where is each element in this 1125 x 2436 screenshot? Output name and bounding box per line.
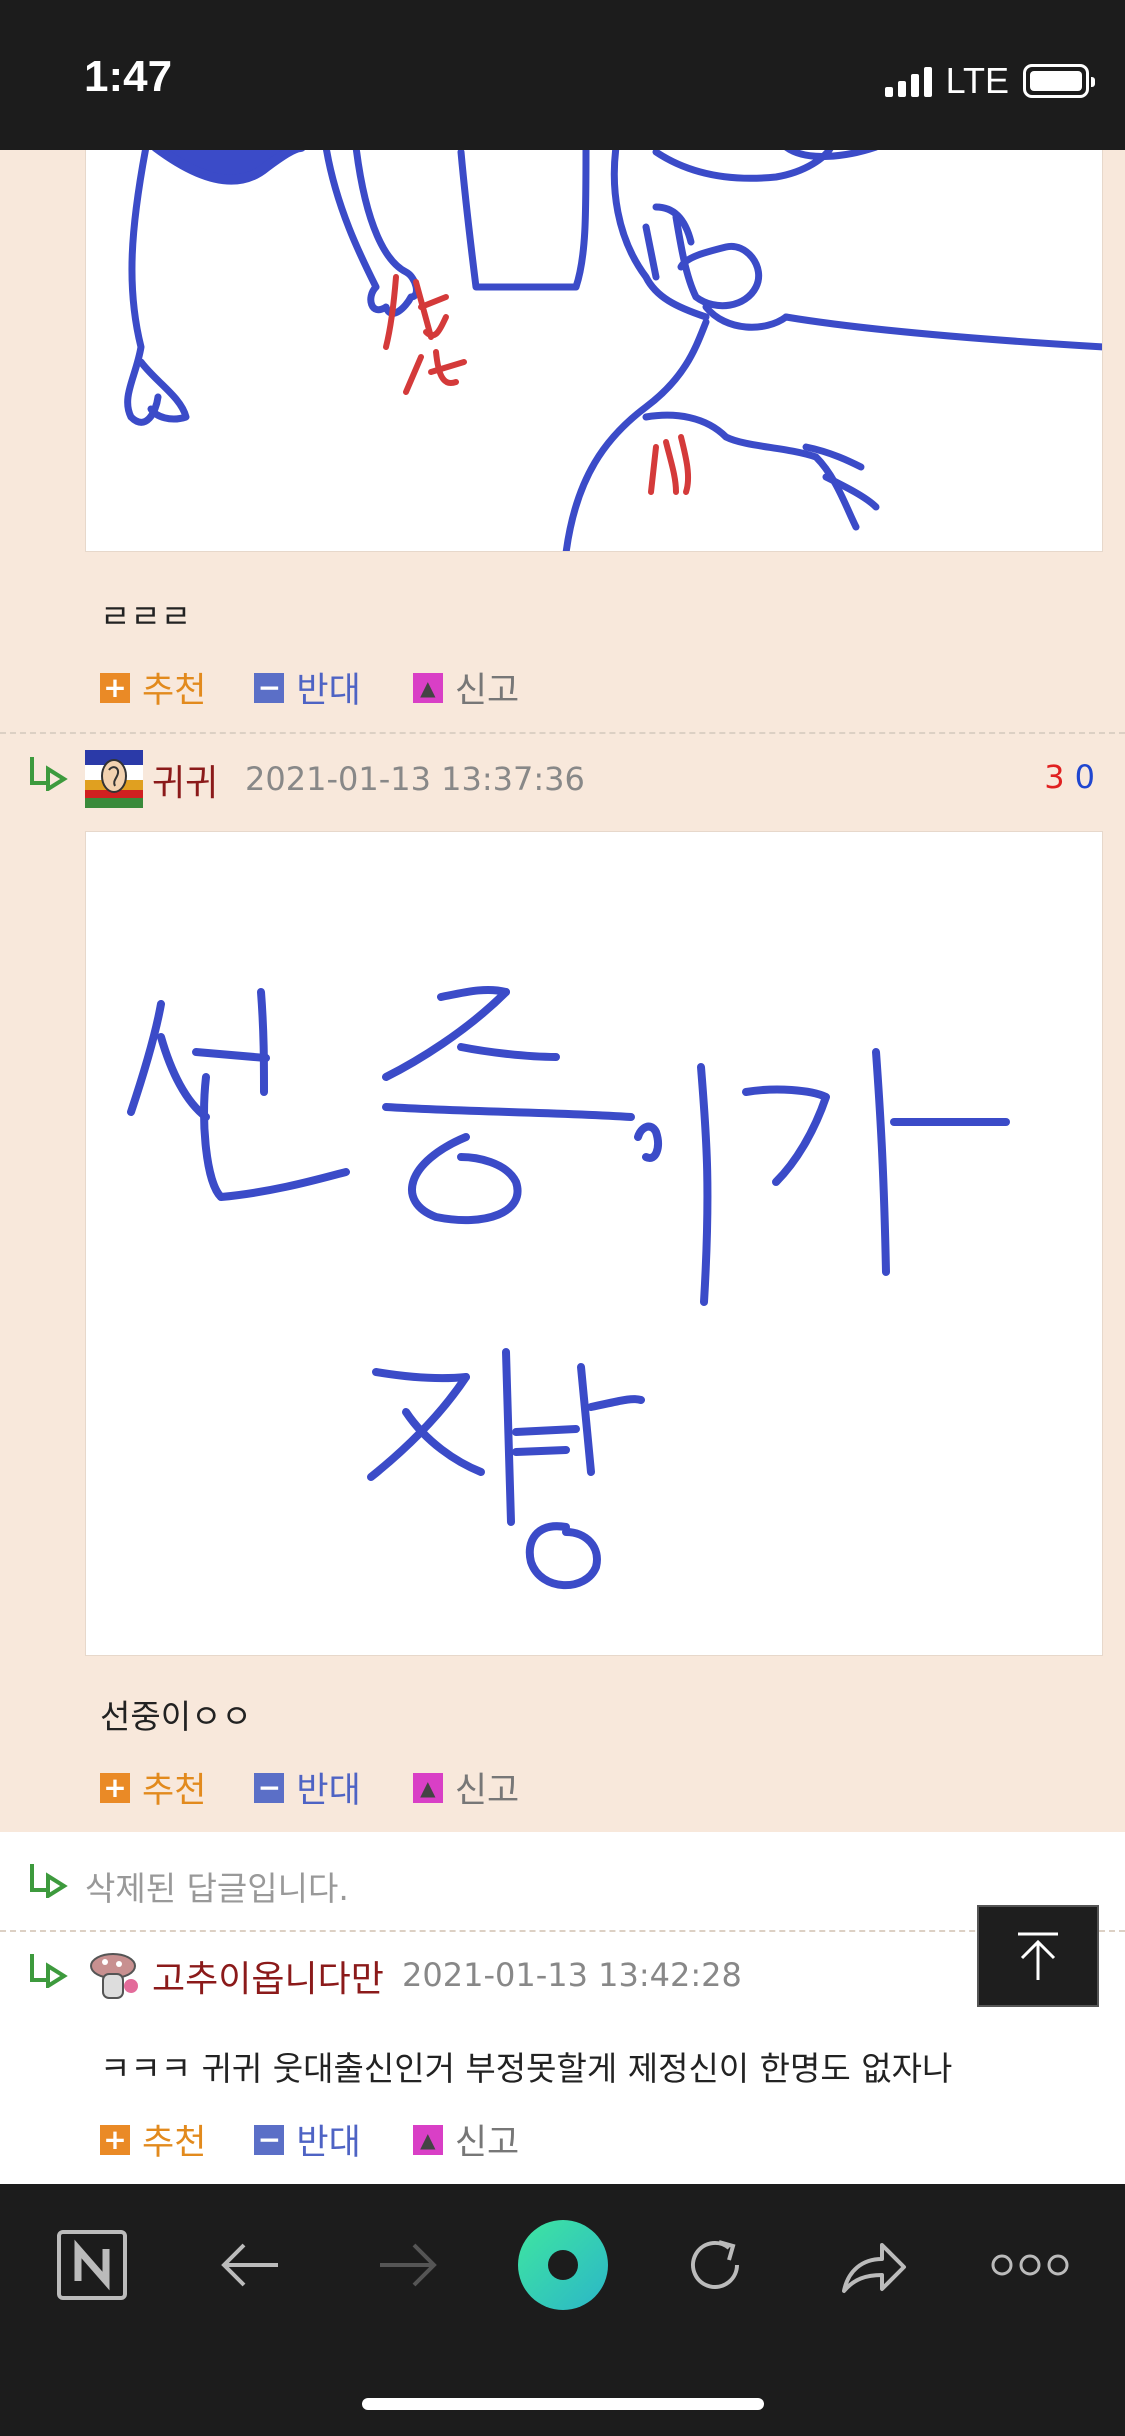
bell-icon: ▲ bbox=[412, 1772, 443, 1803]
plus-icon: + bbox=[100, 2124, 130, 2155]
comment-date: 2021-01-13 13:37:36 bbox=[245, 760, 585, 798]
comment-date: 2021-01-13 13:42:28 bbox=[402, 1956, 742, 1994]
divider bbox=[0, 732, 1125, 734]
author-nickname[interactable]: 고추이옵니다만 bbox=[152, 1950, 384, 2002]
battery-icon bbox=[1023, 64, 1095, 98]
reply-arrow-icon bbox=[30, 757, 68, 791]
drawing-figures bbox=[124, 150, 1102, 551]
comment-body: ㅋㅋㅋ 귀귀 웃대출신인거 부정못할게 제정신이 한명도 없자나 bbox=[100, 2049, 953, 2088]
vote-count: 30 bbox=[1044, 758, 1095, 796]
network-label: LTE bbox=[945, 60, 1009, 101]
bell-icon: ▲ bbox=[412, 672, 443, 703]
report-button[interactable]: ▲ 신고 bbox=[412, 2114, 519, 2165]
refresh-button[interactable] bbox=[680, 2220, 752, 2310]
oppose-button[interactable]: − 반대 bbox=[254, 2114, 361, 2165]
comment-drawing-image bbox=[85, 150, 1103, 552]
home-indicator[interactable] bbox=[362, 2398, 764, 2410]
report-button[interactable]: ▲ 신고 bbox=[412, 1762, 519, 1813]
minus-icon: − bbox=[254, 2124, 285, 2155]
more-button[interactable] bbox=[990, 2220, 1070, 2310]
comment-actions: + 추천 − 반대 ▲ 신고 bbox=[100, 662, 567, 713]
recommend-button[interactable]: + 추천 bbox=[100, 662, 206, 713]
reply-arrow-icon bbox=[30, 1864, 68, 1898]
naver-n-button[interactable] bbox=[56, 2220, 128, 2310]
avatar[interactable] bbox=[85, 750, 143, 808]
green-circle-icon bbox=[518, 2220, 608, 2310]
vote-down-count: 0 bbox=[1074, 758, 1095, 796]
forward-button[interactable] bbox=[368, 2220, 448, 2310]
more-icon bbox=[991, 2254, 1069, 2276]
vote-up-count: 3 bbox=[1044, 758, 1065, 796]
comment-body: 선중이ㅇㅇ bbox=[100, 1697, 252, 1736]
oppose-button[interactable]: − 반대 bbox=[254, 1762, 361, 1813]
comment-actions: + 추천 − 반대 ▲ 신고 bbox=[100, 2114, 567, 2165]
divider bbox=[0, 1930, 1125, 1932]
scroll-top-button[interactable] bbox=[977, 1905, 1099, 2007]
minus-icon: − bbox=[254, 1772, 285, 1803]
arrow-up-icon bbox=[1018, 1932, 1058, 1980]
back-button[interactable] bbox=[210, 2220, 290, 2310]
green-dot-button[interactable] bbox=[516, 2220, 610, 2310]
share-icon bbox=[842, 2243, 906, 2293]
share-button[interactable] bbox=[836, 2220, 912, 2310]
reply-arrow-icon bbox=[30, 1954, 68, 1988]
handwritten-drawing bbox=[127, 985, 1010, 1590]
recommend-button[interactable]: + 추천 bbox=[100, 1762, 206, 1813]
comment-actions: + 추천 − 반대 ▲ 신고 bbox=[100, 1762, 567, 1813]
naver-n-icon bbox=[57, 2230, 127, 2300]
signal-icon bbox=[884, 65, 932, 97]
comment-drawing-image bbox=[85, 831, 1103, 1656]
comment-list: ㄹㄹㄹ + 추천 − 반대 ▲ 신고 귀귀 2021-01-13 13:37:36 3… bbox=[0, 150, 1125, 2184]
plus-icon: + bbox=[100, 1772, 130, 1803]
forward-arrow-icon bbox=[380, 2243, 437, 2287]
comment-section-white: 삭제된 답글입니다. 고추이옵니다만 2021-01-13 13:42:28 1… bbox=[0, 1832, 1125, 2184]
bell-icon: ▲ bbox=[412, 2124, 443, 2155]
avatar[interactable] bbox=[85, 1948, 143, 2006]
oppose-button[interactable]: − 반대 bbox=[254, 662, 361, 713]
back-arrow-icon bbox=[221, 2243, 278, 2287]
author-nickname[interactable]: 귀귀 bbox=[152, 754, 218, 806]
minus-icon: − bbox=[254, 672, 285, 703]
status-time: 1:47 bbox=[84, 52, 173, 101]
report-button[interactable]: ▲ 신고 bbox=[412, 662, 519, 713]
refresh-icon bbox=[691, 2240, 739, 2289]
plus-icon: + bbox=[100, 672, 130, 703]
deleted-reply-text: 삭제된 답글입니다. bbox=[85, 1869, 349, 1908]
recommend-button[interactable]: + 추천 bbox=[100, 2114, 206, 2165]
comment-body: ㄹㄹㄹ bbox=[100, 597, 192, 636]
status-bar: 1:47 LTE bbox=[0, 0, 1125, 150]
status-indicators: LTE bbox=[884, 60, 1095, 102]
